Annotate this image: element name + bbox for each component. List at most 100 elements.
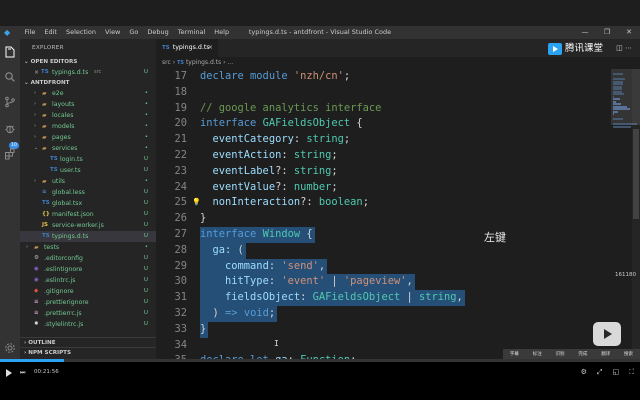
code-token: : [268,275,282,288]
restore-icon[interactable]: ❐ [596,26,618,39]
tree-item[interactable]: ≡ global.less U [20,187,156,198]
tree-item[interactable]: › ▰ models • [20,121,156,132]
menu-edit[interactable]: Edit [40,26,62,39]
breadcrumb-file[interactable]: typings.d.ts [186,59,221,66]
subtitle-tool-1[interactable]: 标注 [533,351,542,357]
less-file-icon: ≡ [42,189,47,195]
tv-play-icon[interactable] [593,322,621,346]
code-token: nonInteraction [212,196,301,209]
tree-item[interactable]: › ▰ e2e • [20,88,156,99]
settings-icon[interactable]: ⚙ [581,368,587,377]
code-token: } [200,212,207,225]
progress-bar[interactable] [0,359,640,362]
extensions-icon[interactable] [4,148,16,160]
code-line: 29 command: 'send', [156,258,611,275]
subtitle-tool-2[interactable]: 识别 [556,351,565,357]
tree-item[interactable]: ≡ .prettierrc.js U [20,308,156,319]
tree-item[interactable]: ⌄ ▰ services • [20,143,156,154]
editor-scrollbar[interactable] [632,69,640,359]
tree-item[interactable]: ◆ .gitignore U [20,286,156,297]
code-token: eventValue [212,180,276,193]
tree-item[interactable]: ✸ .stylelintrc.js U [20,319,156,330]
code-line: 27 interface Window { [156,227,611,243]
breadcrumb-more[interactable]: ... [227,59,233,66]
search-icon[interactable] [4,71,16,83]
line-number: 33 [174,322,187,335]
code-token: string [293,164,332,177]
line-number: 22 [174,149,187,161]
tree-item[interactable]: ⚙ .editorconfig U [20,253,156,264]
open-editors-header[interactable]: ⌄ OPEN EDITORS [20,57,156,67]
tree-item[interactable]: TS login.ts U [20,154,156,165]
fullscreen-web-icon[interactable]: ⤢ [597,368,603,377]
code-text: eventAction: string; [200,148,338,164]
minimize-icon[interactable]: — [574,26,596,39]
menu-file[interactable]: File [20,26,40,39]
minimap-line [613,93,624,95]
fullscreen-icon[interactable]: ⛶ [629,368,634,377]
chevron-right-icon: › [34,112,36,118]
open-editor-item[interactable]: × TS typings.d.ts src U [20,67,156,78]
menu-debug[interactable]: Debug [143,26,173,39]
code-token: 'send' [281,259,319,272]
code-editor[interactable]: 17 declare module 'nzh/cn'; 18 19 // google … [156,69,611,359]
chevron-right-icon: › [34,90,36,96]
line-number: 19 [174,101,187,114]
git-status-badge: U [143,222,148,228]
code-token: | [325,275,344,288]
video-frame: ◆ File Edit Selection View Go Debug Terminal He… [0,0,640,400]
code-text: } [200,322,206,338]
code-token: 'event' [281,275,326,288]
tree-item[interactable]: JS service-worker.js U [20,220,156,231]
files-icon[interactable] [4,46,16,58]
tree-item[interactable]: TS global.tsx U [20,198,156,209]
pip-icon[interactable]: ◱ [612,368,619,377]
tree-item[interactable]: › ▰ locales • [20,110,156,121]
tree-item[interactable]: ◉ .eslintignore U [20,264,156,275]
npm-scripts-header[interactable]: › NPM SCRIPTS [20,347,156,357]
code-token: , [318,259,326,272]
tree-item[interactable]: › ▰ layouts • [20,99,156,110]
menu-selection[interactable]: Selection [61,26,100,39]
line-number: 24 [174,180,187,193]
close-icon[interactable]: ✕ [618,26,640,39]
tree-item[interactable]: TS typings.d.ts U [20,231,156,242]
close-icon[interactable]: × [208,39,213,57]
code-token: { [356,117,363,130]
settings-gear-icon[interactable] [4,342,16,354]
menu-help[interactable]: Help [210,26,234,39]
debug-icon[interactable] [4,123,16,135]
menu-go[interactable]: Go [125,26,143,39]
next-icon[interactable]: ⏭ [20,369,28,377]
typescript-file-icon: TS [42,233,50,239]
outline-header[interactable]: › OUTLINE [20,337,156,347]
subtitle-tool-3[interactable]: 完成 [578,351,587,357]
subtitle-tool-4[interactable]: 翻译 [601,351,610,357]
tree-item[interactable]: › ▰ utils • [20,176,156,187]
subtitle-tool-5[interactable]: 搜索 [624,351,633,357]
tree-item-label: tests [44,244,60,251]
scrollbar-thumb[interactable] [633,129,639,219]
line-number: 18 [174,85,187,98]
close-icon[interactable]: × [34,67,40,78]
code-token: string [419,291,457,304]
tree-item[interactable]: › ▰ tests • [20,242,156,253]
git-status-badge: U [143,233,148,239]
prettier-icon: ≡ [34,299,39,305]
subtitle-tool-0[interactable]: 字幕 [510,351,519,357]
tree-item[interactable]: TS user.ts U [20,165,156,176]
tree-item[interactable]: › ▰ pages • [20,132,156,143]
breadcrumb-folder[interactable]: src [162,59,171,66]
tree-item[interactable]: ≡ .prettierignore U [20,297,156,308]
menu-view[interactable]: View [100,26,124,39]
tree-item[interactable]: {} manifest.json U [20,209,156,220]
source-control-icon[interactable] [4,96,16,108]
tree-item[interactable]: ◉ .eslintrc.js U [20,275,156,286]
git-status-badge: U [143,69,148,75]
tab-typings[interactable]: TS typings.d.ts × [156,39,218,57]
project-header[interactable]: ⌄ ANTDFRONT [20,78,156,88]
logo-text: 腾讯课堂 [565,43,604,54]
menu-terminal[interactable]: Terminal [173,26,209,39]
play-icon[interactable] [6,369,12,377]
